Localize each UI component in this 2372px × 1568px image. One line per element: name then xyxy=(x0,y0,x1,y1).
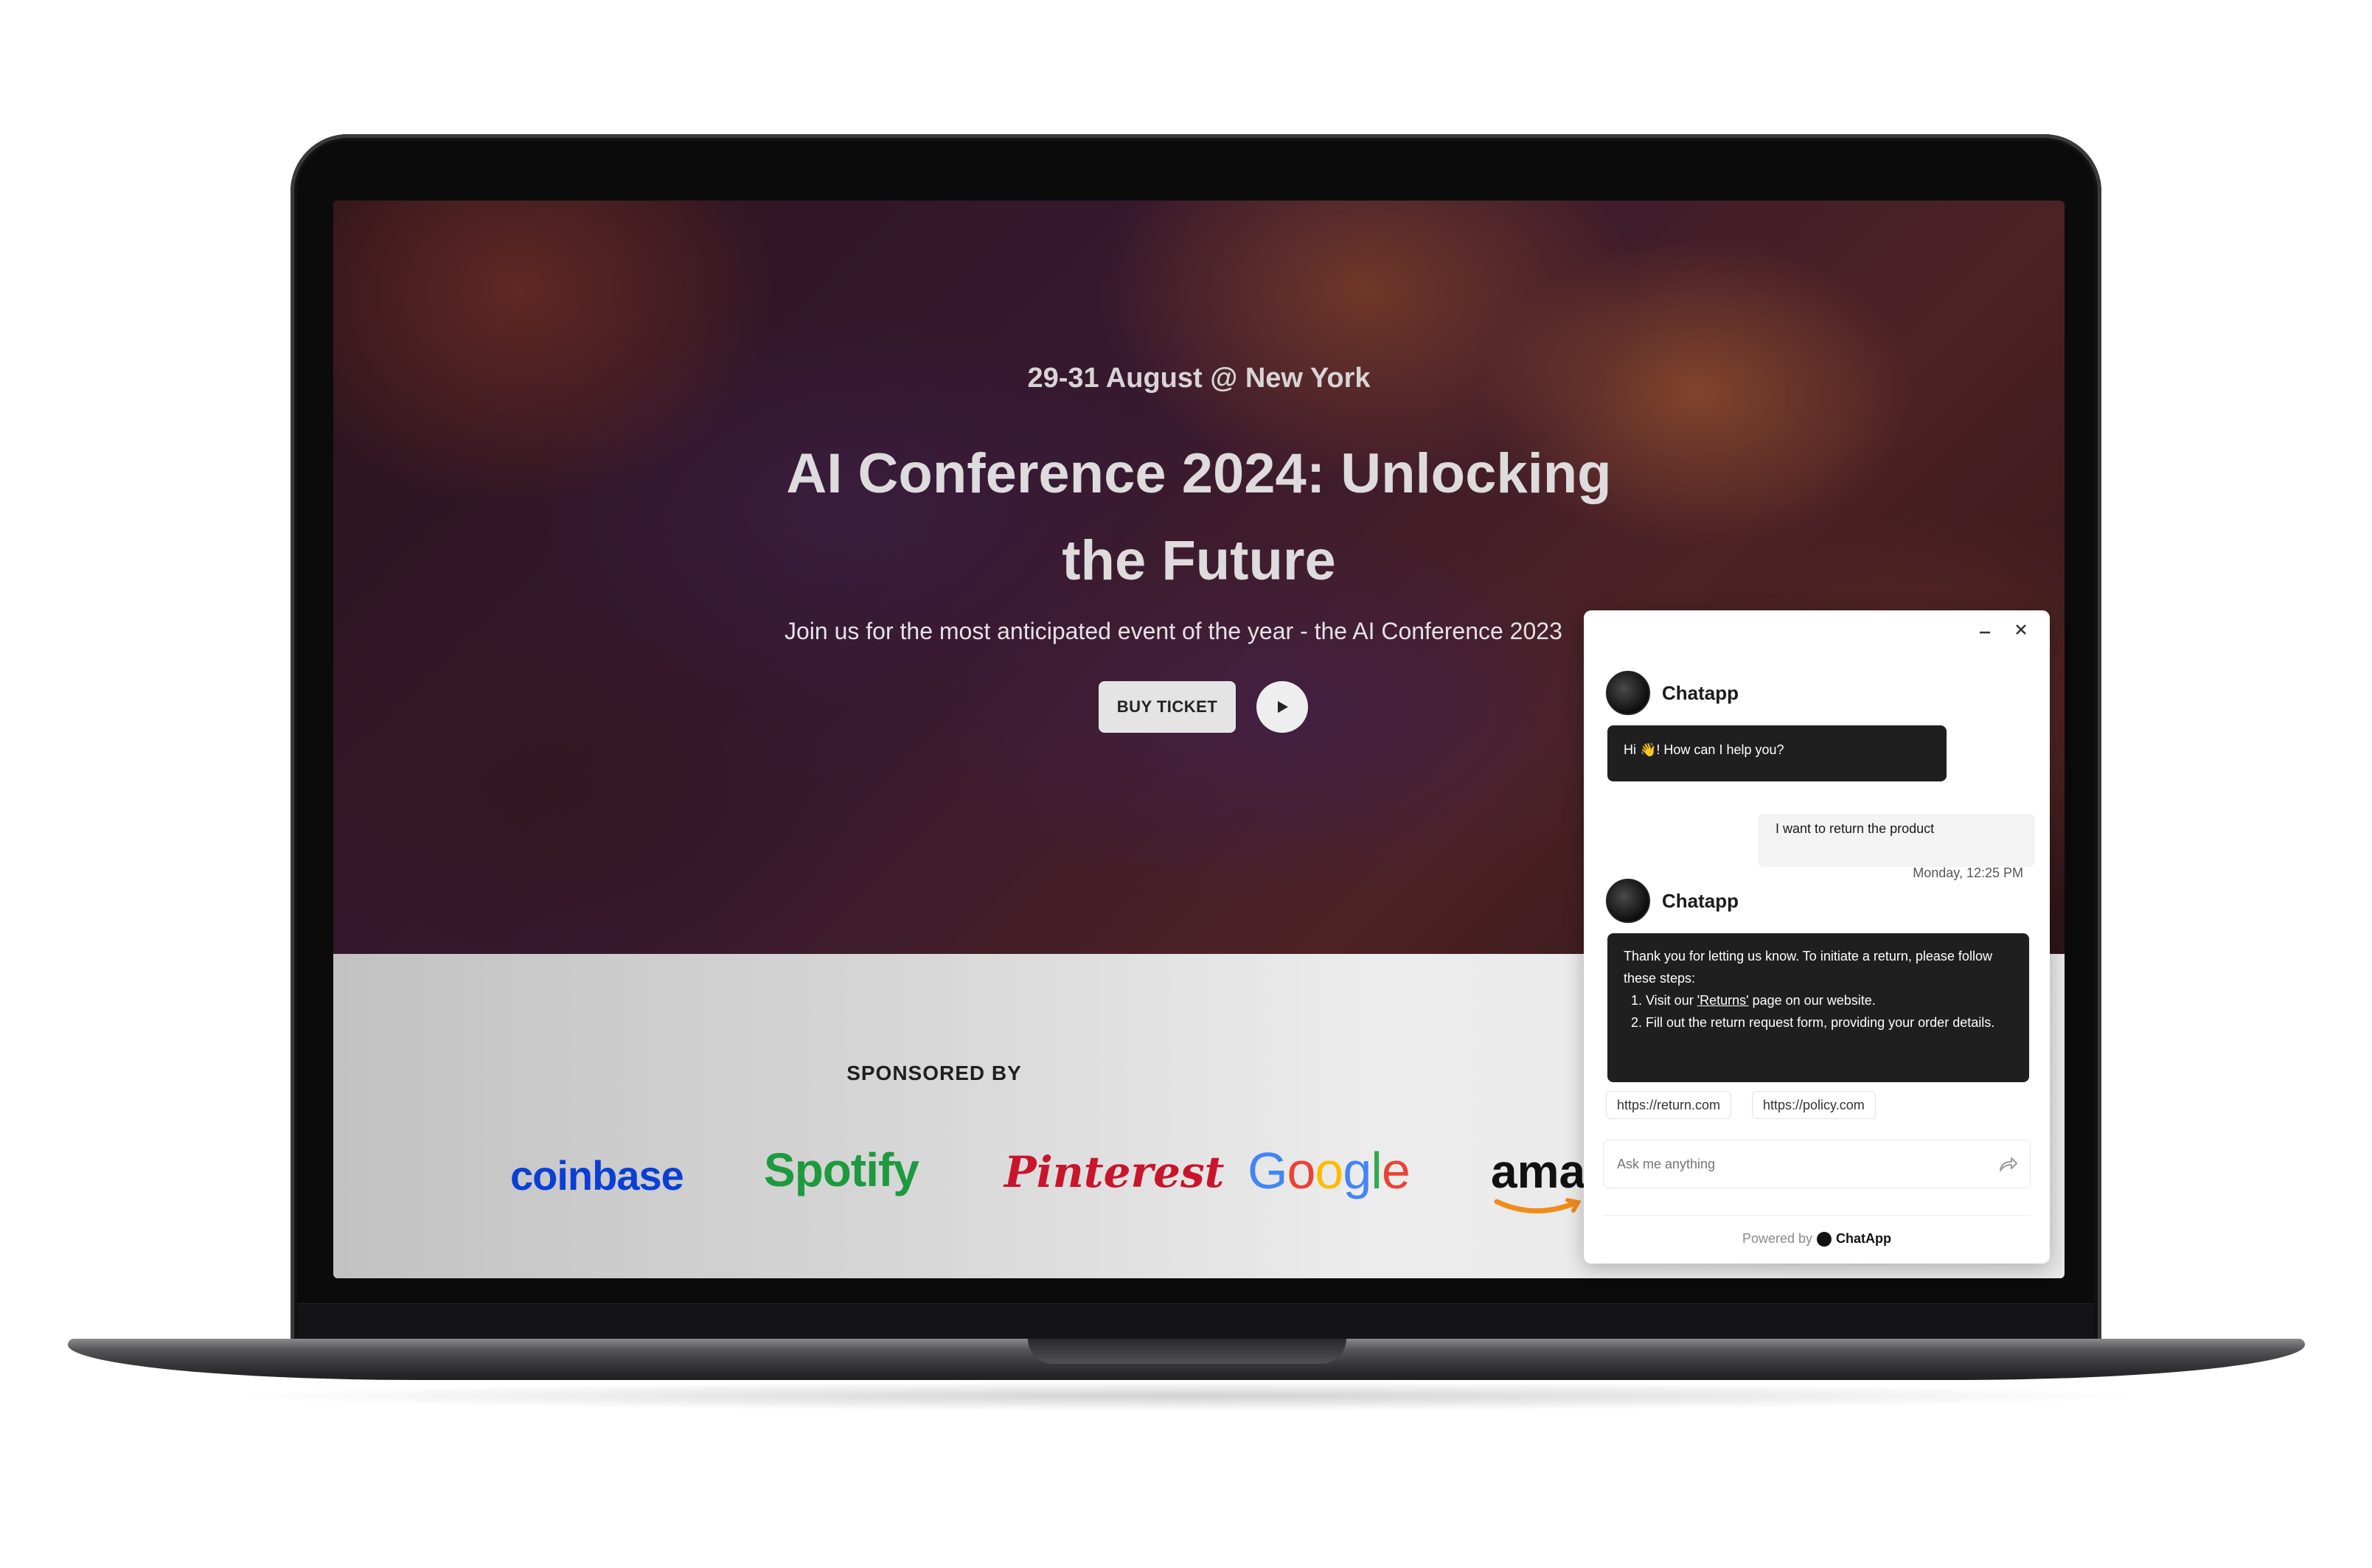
returns-link[interactable]: 'Returns' xyxy=(1697,993,1749,1008)
spotify-logo: Spotify xyxy=(764,1143,919,1196)
step-text: Visit our xyxy=(1646,993,1697,1008)
message-timestamp: Monday, 12:25 PM xyxy=(1913,865,2023,880)
hero-title: AI Conference 2024: Unlocking the Future xyxy=(786,442,1612,592)
laptop-notch xyxy=(1028,1339,1346,1364)
play-icon xyxy=(1278,701,1288,713)
bot-avatar xyxy=(1606,879,1650,923)
laptop-hinge xyxy=(298,1303,2094,1342)
minimize-icon xyxy=(1980,631,1990,634)
bot-header: Chatapp xyxy=(1606,671,1739,715)
close-button[interactable] xyxy=(2014,621,2028,641)
laptop-shadow xyxy=(221,1381,2153,1411)
pinterest-logo: Pinterest xyxy=(1004,1147,1225,1197)
bot-greeting-message: Hi 👋! How can I help you? xyxy=(1607,725,1947,781)
link-chip-return[interactable]: https://return.com xyxy=(1606,1091,1732,1119)
google-logo: Google xyxy=(1248,1142,1411,1199)
reply-step: Visit our 'Returns' page on our website. xyxy=(1646,989,2013,1011)
minimize-button[interactable] xyxy=(1978,618,1992,641)
amazon-smile-icon xyxy=(1494,1198,1582,1213)
play-video-button[interactable] xyxy=(1256,681,1308,733)
buy-ticket-button[interactable]: BUY TICKET xyxy=(1099,681,1236,733)
sponsors-heading: SPONSORED BY xyxy=(846,1062,1022,1084)
reply-step: Fill out the return request form, provid… xyxy=(1646,1011,2013,1034)
user-message: I want to return the product xyxy=(1758,814,2035,867)
hero-subtitle: Join us for the most anticipated event o… xyxy=(785,618,1562,644)
send-icon[interactable] xyxy=(1997,1153,2019,1175)
powered-by-label: Powered by xyxy=(1742,1231,1813,1246)
bot-name: Chatapp xyxy=(1662,889,1739,912)
chat-widget: Chatapp Hi 👋! How can I help you? I want… xyxy=(1584,610,2050,1264)
bot-reply-message: Thank you for letting us know. To initia… xyxy=(1607,933,2029,1082)
reply-intro: Thank you for letting us know. To initia… xyxy=(1624,949,1992,986)
powered-by: Powered by ChatApp xyxy=(1584,1231,2050,1247)
coinbase-logo: coinbase xyxy=(510,1152,684,1199)
powered-by-brand[interactable]: ChatApp xyxy=(1836,1231,1891,1247)
reply-steps: Visit our 'Returns' page on our website.… xyxy=(1624,989,2013,1034)
chatapp-logo-icon xyxy=(1817,1231,1832,1247)
bot-avatar xyxy=(1606,671,1650,715)
step-text: page on our website. xyxy=(1748,993,1876,1008)
event-date-location: 29-31 August @ New York xyxy=(1027,363,1371,394)
link-chip-policy[interactable]: https://policy.com xyxy=(1752,1091,1876,1119)
bot-header-2: Chatapp xyxy=(1606,879,1739,923)
chat-divider xyxy=(1603,1215,2031,1216)
close-icon xyxy=(2016,624,2026,635)
bot-name: Chatapp xyxy=(1662,681,1739,704)
chat-message-input[interactable] xyxy=(1603,1140,2031,1188)
